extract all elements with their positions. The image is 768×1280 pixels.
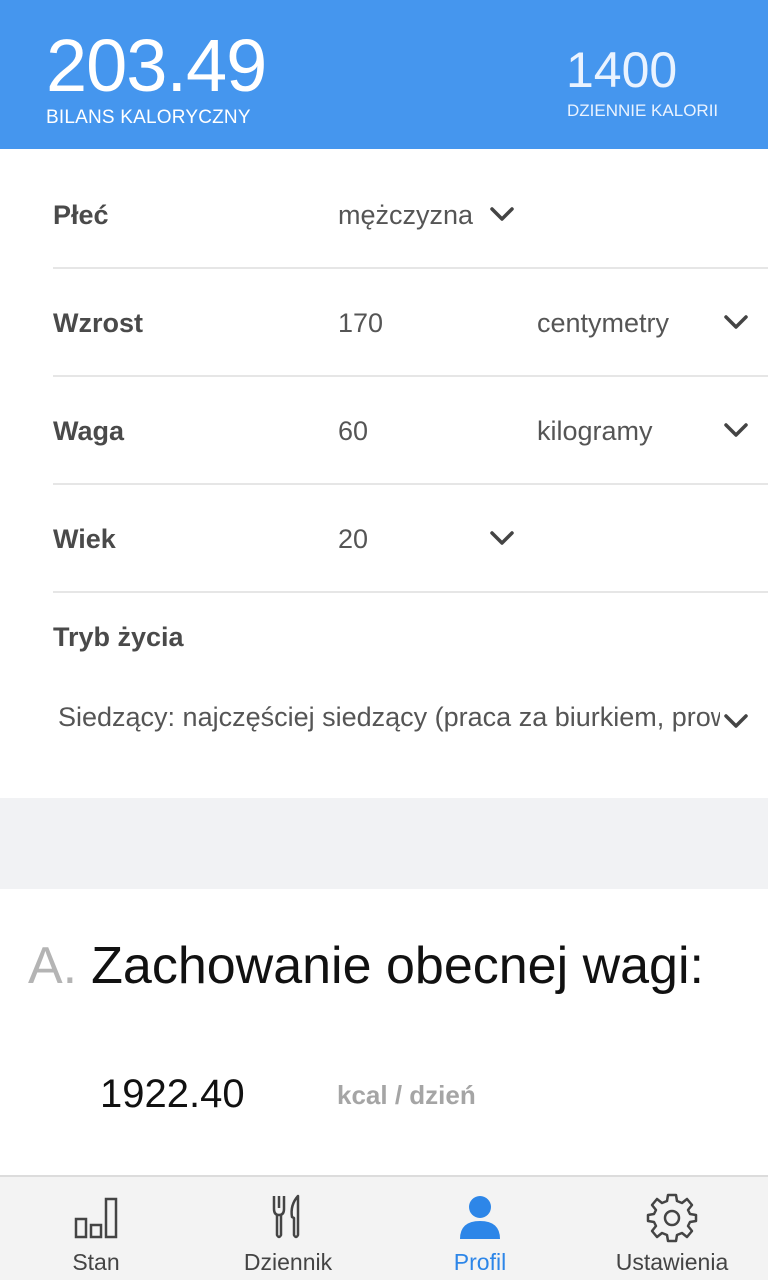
section-title-text: Zachowanie obecnej wagi:: [91, 937, 704, 995]
maintenance-kcal-unit: kcal / dzień: [337, 1080, 476, 1110]
chevron-down-icon[interactable]: [489, 525, 515, 551]
weight-input[interactable]: 60: [338, 377, 368, 485]
daily-calories-label: DZIENNIE KALORII: [567, 101, 719, 120]
nav-item-dziennik[interactable]: Dziennik: [192, 1177, 384, 1280]
calorie-header: 203.49 BILANS KALORYCZNY 1400 DZIENNIE K…: [0, 0, 768, 149]
chevron-down-icon[interactable]: [723, 417, 749, 443]
nav-item-profil[interactable]: Profil: [384, 1177, 576, 1280]
nav-label-profil: Profil: [453, 1249, 507, 1275]
maintenance-kcal-value: 1922.40: [100, 1072, 245, 1116]
section-a-title: A. Zachowanie obecnej wagi:: [28, 936, 704, 996]
chevron-down-icon[interactable]: [489, 201, 515, 227]
lifestyle-label: Tryb życia: [53, 622, 184, 652]
age-label: Wiek: [53, 524, 116, 554]
height-label: Wzrost: [53, 308, 143, 338]
age-row: Wiek 20: [53, 485, 768, 593]
calorie-balance-value: 203.49: [46, 24, 267, 107]
lifestyle-select[interactable]: Siedzący: najczęściej siedzący (praca za…: [58, 702, 720, 733]
nav-label-stan: Stan: [72, 1249, 120, 1275]
chevron-down-icon[interactable]: [723, 708, 749, 734]
gear-icon: [646, 1191, 698, 1243]
section-divider: [0, 798, 768, 889]
nav-label-dziennik: Dziennik: [243, 1249, 333, 1275]
fork-knife-icon: [262, 1191, 314, 1243]
height-row: Wzrost 170 centymetry: [53, 269, 768, 377]
bar-chart-icon: [70, 1191, 122, 1243]
nav-item-ustawienia[interactable]: Ustawienia: [576, 1177, 768, 1280]
height-unit-select[interactable]: centymetry: [537, 269, 669, 377]
weight-label: Waga: [53, 416, 125, 446]
nav-label-ustawienia: Ustawienia: [615, 1249, 729, 1275]
chevron-down-icon[interactable]: [723, 309, 749, 335]
gender-select[interactable]: mężczyzna: [338, 161, 473, 269]
gender-row: Płeć mężczyzna: [53, 161, 768, 269]
weight-row: Waga 60 kilogramy: [53, 377, 768, 485]
age-select[interactable]: 20: [338, 485, 368, 593]
height-input[interactable]: 170: [338, 269, 383, 377]
section-letter: A.: [28, 937, 78, 995]
daily-calories-value: 1400: [566, 42, 678, 98]
bottom-navigation: Stan Dziennik Profil Ustawienia: [0, 1175, 768, 1280]
person-icon: [454, 1191, 506, 1243]
gender-label: Płeć: [53, 200, 109, 230]
weight-unit-select[interactable]: kilogramy: [537, 377, 653, 485]
calorie-balance-label: BILANS KALORYCZNY: [46, 107, 251, 128]
nav-item-stan[interactable]: Stan: [0, 1177, 192, 1280]
